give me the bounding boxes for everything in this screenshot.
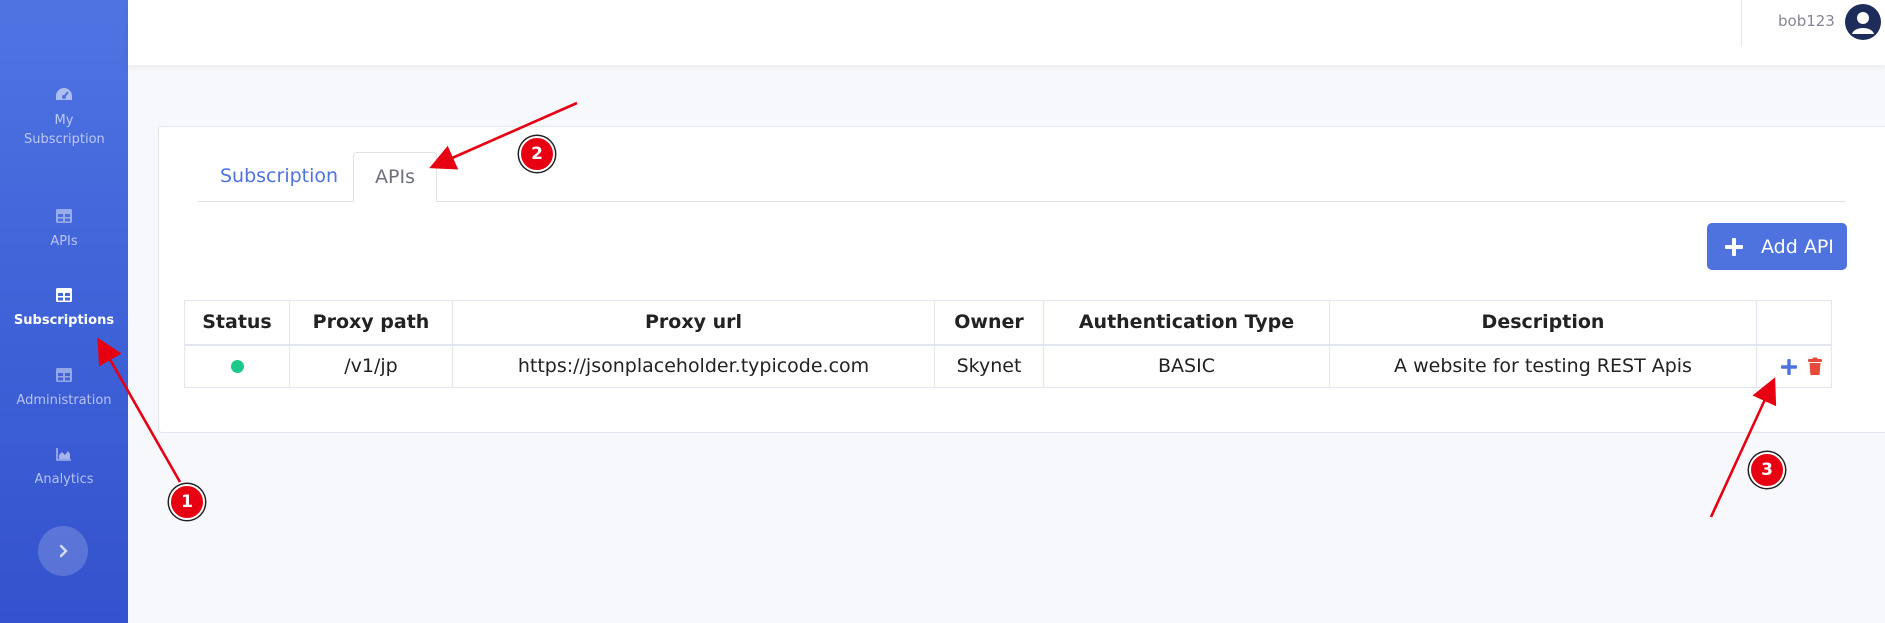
owner-cell: Skynet <box>934 344 1044 388</box>
annotation-badge-2: 2 <box>519 136 555 172</box>
sidebar-item-label: My Subscription <box>24 113 105 147</box>
status-cell <box>184 344 290 388</box>
description-cell: A website for testing REST Apis <box>1329 344 1757 388</box>
tabs-divider <box>198 201 1846 202</box>
plus-icon[interactable] <box>1780 358 1798 376</box>
sidebar-item-my-subscription[interactable]: My Subscription <box>0 86 128 149</box>
table-header-row: Status Proxy path Proxy url Owner Authen… <box>184 300 1832 346</box>
sidebar-item-analytics[interactable]: Analytics <box>0 445 128 489</box>
sidebar-item-subscriptions[interactable]: Subscriptions <box>0 286 128 330</box>
column-header-status: Status <box>184 300 290 346</box>
plus-icon <box>1725 237 1743 256</box>
add-api-label: Add API <box>1761 235 1834 258</box>
area-chart-icon <box>56 448 71 461</box>
annotation-badge-1: 1 <box>169 484 205 520</box>
proxy-path-cell: /v1/jp <box>289 344 453 388</box>
topbar-divider <box>1741 0 1742 47</box>
add-api-button[interactable]: Add API <box>1707 223 1847 270</box>
user-circle-icon[interactable] <box>1845 4 1881 40</box>
column-header-actions <box>1756 300 1832 346</box>
annotation-badge-3: 3 <box>1749 452 1785 488</box>
table-icon <box>56 209 72 223</box>
table-row: /v1/jp https://jsonplaceholder.typicode.… <box>184 344 1832 388</box>
sidebar-toggle-button[interactable] <box>38 526 88 576</box>
actions-cell <box>1756 344 1832 388</box>
topbar <box>128 0 1885 65</box>
chevron-right-icon <box>59 544 68 558</box>
sidebar-item-label: APIs <box>50 234 78 249</box>
sidebar-item-administration[interactable]: Administration <box>0 366 128 410</box>
api-table: Status Proxy path Proxy url Owner Authen… <box>184 300 1832 388</box>
proxy-url-cell: https://jsonplaceholder.typicode.com <box>452 344 935 388</box>
column-header-description: Description <box>1329 300 1757 346</box>
column-header-authentication-type: Authentication Type <box>1043 300 1330 346</box>
sidebar-item-apis[interactable]: APIs <box>0 207 128 251</box>
column-header-owner: Owner <box>934 300 1044 346</box>
tab-subscription[interactable]: Subscription <box>220 165 338 187</box>
sidebar-item-label: Administration <box>16 393 112 408</box>
sidebar: My Subscription APIs Subscriptions Admin… <box>0 0 128 623</box>
sidebar-item-label: Subscriptions <box>13 313 115 328</box>
trash-icon[interactable] <box>1807 357 1823 376</box>
table-icon <box>56 288 72 302</box>
column-header-proxy-path: Proxy path <box>289 300 453 346</box>
status-dot <box>230 360 244 374</box>
tab-apis[interactable]: APIs <box>353 152 437 202</box>
sidebar-item-label: Analytics <box>34 472 94 487</box>
dashboard-gauge-icon <box>56 88 72 100</box>
username[interactable]: bob123 <box>1778 12 1835 30</box>
table-icon <box>56 368 72 382</box>
column-header-proxy-url: Proxy url <box>452 300 935 346</box>
auth-type-cell: BASIC <box>1043 344 1330 388</box>
